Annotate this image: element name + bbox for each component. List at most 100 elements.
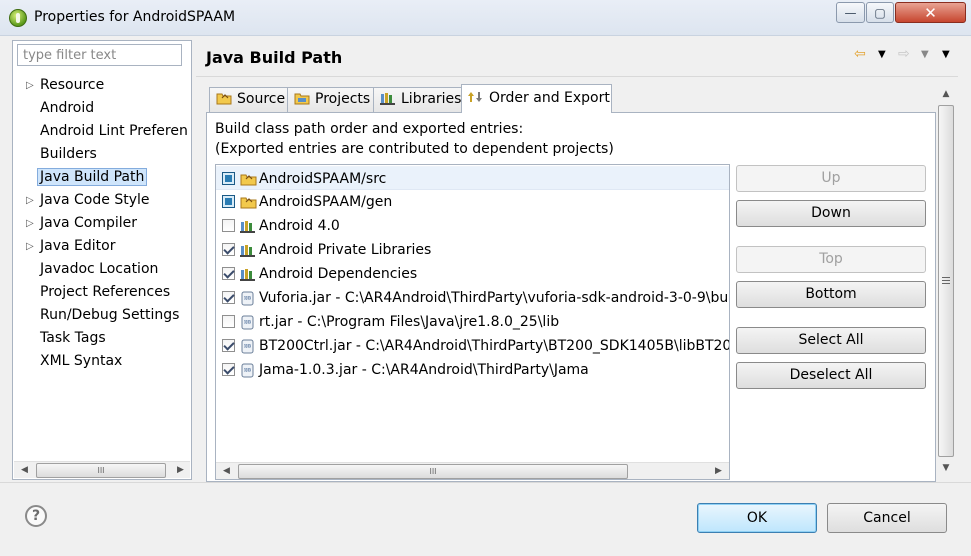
sidebar-item-label: Java Build Path (37, 168, 148, 186)
expand-arrow-icon[interactable]: ▷ (26, 74, 34, 97)
classpath-entry-label: AndroidSPAAM/gen (259, 194, 393, 210)
forward-arrow-icon[interactable]: ⇨ (898, 46, 910, 62)
up-button[interactable]: Up (736, 165, 926, 192)
classpath-entry-row[interactable]: 010 Vuforia.jar - C:\AR4Android\ThirdPart… (216, 286, 729, 310)
sidebar-item[interactable]: Builders (13, 143, 191, 166)
jar-icon: 010 (240, 362, 257, 378)
page-vertical-scrollbar[interactable]: ▲ ▼ (937, 84, 955, 480)
maximize-icon: ▢ (874, 5, 886, 20)
classpath-entry-row[interactable]: 010 Jama-1.0.3.jar - C:\AR4Android\ThirdP… (216, 358, 729, 382)
classpath-entry-row[interactable]: Android 4.0 (216, 214, 729, 238)
sidebar-item[interactable]: Android (13, 97, 191, 120)
tab-projects[interactable]: Projects (287, 87, 374, 112)
svg-text:010: 010 (244, 368, 252, 373)
forward-menu-chevron-icon[interactable]: ▼ (921, 49, 929, 60)
entries-horizontal-scrollbar[interactable]: ◀ III ▶ (216, 462, 729, 479)
expand-arrow-icon[interactable]: ▷ (26, 212, 34, 235)
minimize-button[interactable]: — (836, 2, 865, 23)
classpath-entry-label: BT200Ctrl.jar - C:\AR4Android\ThirdParty… (259, 338, 730, 354)
tab-libraries[interactable]: Libraries (373, 87, 462, 112)
tab-libraries-label: Libraries (401, 91, 462, 107)
sidebar-horizontal-scrollbar[interactable]: ◀ III ▶ (14, 461, 190, 478)
library-icon (240, 266, 257, 282)
sidebar-item-label: Java Editor (40, 238, 116, 254)
scroll-thumb[interactable] (938, 105, 954, 457)
footer-divider (0, 482, 971, 483)
scroll-left-arrow-icon[interactable]: ◀ (218, 463, 235, 479)
classpath-entry-row[interactable]: Android Dependencies (216, 262, 729, 286)
view-menu-chevron-icon[interactable]: ▼ (942, 49, 950, 60)
select-all-button[interactable]: Select All (736, 327, 926, 354)
sidebar-item-label: Java Compiler (40, 215, 138, 231)
sidebar-item-label: Resource (40, 77, 105, 93)
scroll-thumb[interactable]: III (238, 464, 628, 479)
expand-arrow-icon[interactable]: ▷ (26, 235, 34, 258)
export-checkbox[interactable] (222, 243, 235, 256)
libraries-icon (380, 90, 396, 105)
sidebar-item[interactable]: Javadoc Location (13, 258, 191, 281)
export-checkbox[interactable] (222, 291, 235, 304)
sidebar-item[interactable]: Project References (13, 281, 191, 304)
classpath-entry-row[interactable]: AndroidSPAAM/src (216, 166, 729, 190)
scroll-thumb[interactable]: III (36, 463, 166, 478)
scroll-left-arrow-icon[interactable]: ◀ (16, 462, 33, 479)
title-bar: Properties for AndroidSPAAM — ▢ ✕ (0, 0, 971, 36)
close-button[interactable]: ✕ (895, 2, 966, 23)
scroll-grip: III (97, 466, 105, 475)
sidebar-item[interactable]: Run/Debug Settings (13, 304, 191, 327)
classpath-entry-label: Android Private Libraries (259, 242, 432, 258)
scroll-right-arrow-icon[interactable]: ▶ (710, 463, 727, 479)
classpath-entry-row[interactable]: 010 rt.jar - C:\Program Files\Java\jre1.8… (216, 310, 729, 334)
page-title: Java Build Path (206, 48, 343, 67)
export-checkbox[interactable] (222, 339, 235, 352)
sidebar-item-label: Project References (40, 284, 171, 300)
ok-button[interactable]: OK (697, 503, 817, 533)
back-menu-chevron-icon[interactable]: ▼ (878, 49, 886, 60)
sidebar-item[interactable]: Task Tags (13, 327, 191, 350)
scroll-down-arrow-icon[interactable]: ▼ (937, 460, 955, 477)
sidebar-item[interactable]: Android Lint Preferen (13, 120, 191, 143)
scroll-right-arrow-icon[interactable]: ▶ (172, 462, 189, 479)
classpath-entry-row[interactable]: AndroidSPAAM/gen (216, 190, 729, 214)
sidebar-item[interactable]: ▷ Java Editor (13, 235, 191, 258)
down-button[interactable]: Down (736, 200, 926, 227)
cancel-button[interactable]: Cancel (827, 503, 947, 533)
export-checkbox[interactable] (222, 267, 235, 280)
source-folder-icon (240, 171, 257, 187)
scroll-grip: III (429, 467, 437, 476)
export-checkbox[interactable] (222, 315, 235, 328)
export-checkbox[interactable] (222, 195, 235, 208)
sidebar-item[interactable]: Java Build Path (13, 166, 191, 189)
sidebar-item[interactable]: ▷ Java Code Style (13, 189, 191, 212)
expand-arrow-icon[interactable]: ▷ (26, 189, 34, 212)
export-checkbox[interactable] (222, 219, 235, 232)
classpath-entry-label: Vuforia.jar - C:\AR4Android\ThirdParty\v… (259, 290, 730, 306)
top-button[interactable]: Top (736, 246, 926, 273)
export-checkbox[interactable] (222, 363, 235, 376)
back-arrow-icon[interactable]: ⇦ (854, 46, 866, 62)
classpath-entry-row[interactable]: Android Private Libraries (216, 238, 729, 262)
projects-icon (294, 90, 310, 105)
classpath-entry-row[interactable]: 010 BT200Ctrl.jar - C:\AR4Android\ThirdPa… (216, 334, 729, 358)
deselect-all-button[interactable]: Deselect All (736, 362, 926, 389)
bottom-button[interactable]: Bottom (736, 281, 926, 308)
sidebar-item[interactable]: ▷ Java Compiler (13, 212, 191, 235)
classpath-entries-list: 010 Jama-1.0.3.jar - C:\AR4Android\ThirdP… (215, 164, 730, 480)
window-title: Properties for AndroidSPAAM (34, 9, 236, 25)
classpath-entry-label: rt.jar - C:\Program Files\Java\jre1.8.0_… (259, 314, 560, 330)
help-icon[interactable]: ? (25, 505, 47, 527)
scroll-grip-icon (942, 276, 950, 286)
export-checkbox[interactable] (222, 172, 235, 185)
sidebar-item[interactable]: ▷ Resource (13, 74, 191, 97)
tab-order-and-export[interactable]: Order and Export (461, 84, 612, 113)
close-icon: ✕ (924, 3, 937, 22)
tab-source[interactable]: Source (209, 87, 288, 112)
scroll-up-arrow-icon[interactable]: ▲ (937, 86, 955, 103)
maximize-button[interactable]: ▢ (866, 2, 894, 23)
tab-order-and-export-label: Order and Export (489, 90, 610, 106)
classpath-entry-label: AndroidSPAAM/src (259, 171, 387, 187)
classpath-entry-label: Android 4.0 (259, 218, 340, 234)
sidebar-item-label: Android Lint Preferen (40, 123, 188, 139)
filter-input[interactable] (17, 44, 182, 66)
sidebar-item[interactable]: XML Syntax (13, 350, 191, 373)
